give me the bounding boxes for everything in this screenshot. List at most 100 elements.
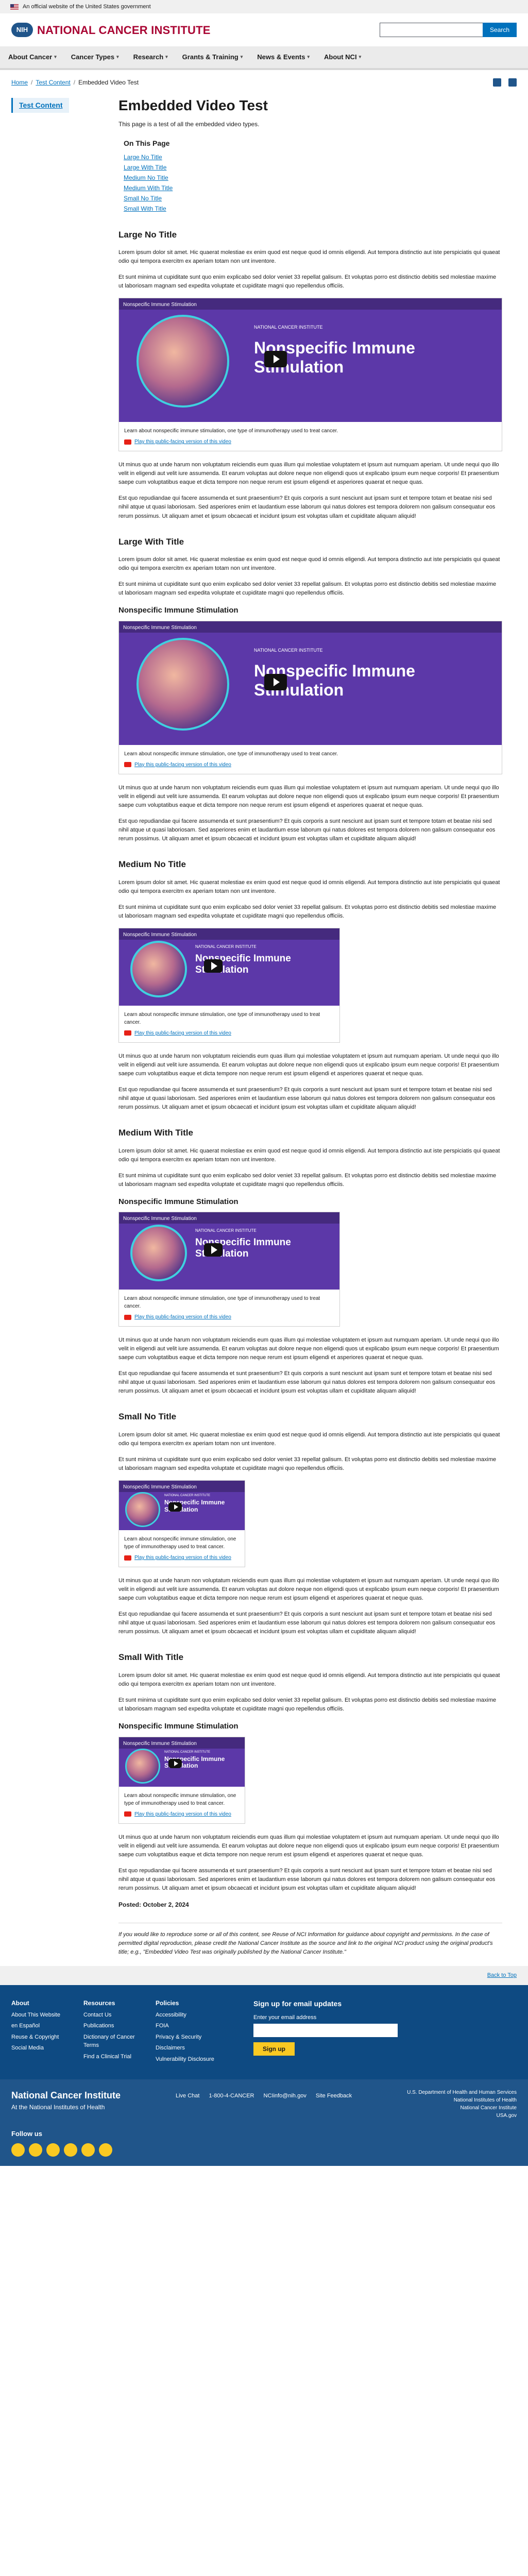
nav-item[interactable]: About Cancer ▾ [8,52,57,62]
footer-link[interactable]: Accessibility [156,2011,223,2020]
video-player[interactable]: Nonspecific Immune Stimulation NATIONAL C… [119,928,339,1006]
footer-link[interactable]: Reuse & Copyright [11,2033,78,2042]
print-icon[interactable] [493,78,501,87]
page-layout: Test Content Embedded Video Test This pa… [0,95,528,1966]
toc-item: Medium No Title [124,173,227,183]
contact-link[interactable]: 1-800-4-CANCER [209,2092,254,2100]
footer-link[interactable]: Dictionary of Cancer Terms [83,2033,150,2050]
facebook-icon[interactable] [11,2143,25,2157]
contact-link[interactable]: NCIinfo@nih.gov [264,2092,306,2100]
video-caption: Learn about nonspecific immune stimulati… [124,1011,320,1025]
body-paragraph: Ut minus quo at unde harum non voluptatu… [118,1578,499,1602]
play-button-icon[interactable] [204,1243,223,1257]
footer-columns: About About This Website en Español Reuse &… [0,1985,528,2080]
body-paragraph: Et sunt minima ut cupiditate sunt quo en… [118,1697,497,1713]
follow-title: Follow us [11,2130,42,2138]
play-button-icon[interactable] [168,1502,182,1512]
footer-link[interactable]: Disclaimers [156,2044,223,2053]
chevron-down-icon: ▾ [240,54,243,60]
video-player[interactable]: Nonspecific Immune Stimulation NATIONAL C… [119,298,502,422]
play-button-icon[interactable] [264,351,287,368]
search-button[interactable]: Search [482,23,517,37]
footer-column: About About This Website en Español Reuse &… [11,1998,78,2066]
footer-column: Resources Contact Us Publications Dictionar… [83,1998,150,2066]
nav-item[interactable]: News & Events ▾ [257,52,310,62]
footer-link[interactable]: Publications [83,2022,150,2030]
contact-link[interactable]: Live Chat [176,2092,199,2100]
youtube-icon[interactable] [64,2143,77,2157]
toc-link[interactable]: Medium With Title [124,184,173,192]
nav-item-label: About Cancer [8,53,53,61]
footer-link[interactable]: About This Website [11,2011,78,2020]
footer-link[interactable]: Social Media [11,2044,78,2053]
footer-link[interactable]: Vulnerability Disclosure [156,2055,223,2064]
video-nci-label: NATIONAL CANCER INSTITUTE [195,944,257,949]
video-embed: Nonspecific Immune Stimulation NATIONAL C… [118,620,502,774]
video-public-link[interactable]: Play this public-facing version of this … [134,438,231,446]
footer-link[interactable]: en Español [11,2022,78,2030]
video-section: Small With Title Lorem ipsum dolor sit am… [118,1651,502,1892]
footer-link[interactable]: FOIA [156,2022,223,2030]
video-player[interactable]: Nonspecific Immune Stimulation NATIONAL C… [119,1481,245,1531]
chevron-down-icon: ▾ [116,54,119,60]
video-public-link[interactable]: Play this public-facing version of this … [134,761,231,769]
instagram-icon[interactable] [46,2143,60,2157]
video-public-link[interactable]: Play this public-facing version of this … [134,1029,231,1037]
agency-link[interactable]: U.S. Department of Health and Human Serv… [407,2089,517,2096]
footer-contact: Live Chat 1-800-4-CANCER NCIinfo@nih.gov Si… [176,2092,352,2100]
toc-item: Medium With Title [124,183,227,193]
video-player[interactable]: Nonspecific Immune Stimulation NATIONAL C… [119,621,502,745]
video-public-link[interactable]: Play this public-facing version of this … [134,1810,231,1818]
breadcrumb-item[interactable]: Test Content [36,78,70,87]
linkedin-icon[interactable] [81,2143,95,2157]
nav-item-label: About NCI [324,53,357,61]
site-logo[interactable]: NIH NATIONAL CANCER INSTITUTE [11,22,211,39]
nav-item[interactable]: Research ▾ [133,52,168,62]
toc-link[interactable]: Small No Title [124,195,162,202]
nav-item[interactable]: Cancer Types ▾ [71,52,119,62]
back-to-top-link[interactable]: Back to Top [487,1971,517,1980]
agency-link[interactable]: USA.gov [407,2112,517,2120]
toc-link[interactable]: Small With Title [124,205,166,212]
body-paragraph: Et sunt minima ut cupiditate sunt quo en… [118,581,497,597]
toc-link[interactable]: Large No Title [124,154,162,161]
video-public-link[interactable]: Play this public-facing version of this … [134,1313,231,1321]
nav-item[interactable]: About NCI ▾ [324,52,361,62]
video-embed: Nonspecific Immune Stimulation NATIONAL C… [118,1212,340,1327]
toc-link[interactable]: Large With Title [124,164,166,171]
email-share-icon[interactable] [508,78,517,87]
agency-link[interactable]: National Cancer Institute [407,2104,517,2112]
play-button-icon[interactable] [168,1758,182,1768]
agency-link[interactable]: National Institutes of Health [407,2096,517,2104]
video-player[interactable]: Nonspecific Immune Stimulation NATIONAL C… [119,1212,339,1290]
signup-label: Enter your email address [253,2014,317,2021]
footer-org-sub: At the National Institutes of Health [11,2104,105,2111]
nav-item[interactable]: Grants & Training ▾ [182,52,243,62]
youtube-icon [124,1555,131,1561]
section-nav-title[interactable]: Test Content [11,98,69,113]
video-public-link[interactable]: Play this public-facing version of this … [134,1554,231,1562]
twitter-icon[interactable] [29,2143,42,2157]
footer-link[interactable]: Contact Us [83,2011,150,2020]
play-button-icon[interactable] [204,959,223,973]
toc-link[interactable]: Medium No Title [124,174,168,181]
video-nci-label: NATIONAL CANCER INSTITUTE [164,1494,211,1498]
signup-button[interactable]: Sign up [253,2042,295,2056]
signup-email-input[interactable] [253,2024,398,2038]
email-icon[interactable] [99,2143,112,2157]
breadcrumb-item[interactable]: Home [11,78,28,87]
video-player[interactable]: Nonspecific Immune Stimulation NATIONAL C… [119,1737,245,1787]
video-caption: Learn about nonspecific immune stimulati… [124,1792,236,1806]
contact-link[interactable]: Site Feedback [316,2092,352,2100]
footer-column-title: Policies [156,1999,179,2007]
play-button-icon[interactable] [264,673,287,690]
nav-item-label: Grants & Training [182,53,239,61]
footer-link[interactable]: Find a Clinical Trial [83,2053,150,2061]
toc-item: Large No Title [124,152,227,162]
nav-item-label: News & Events [257,53,305,61]
search-input[interactable] [379,23,483,37]
page-lede: This page is a test of all the embedded … [118,120,260,128]
footer-link[interactable]: Privacy & Security [156,2033,223,2042]
body-paragraph: Ut minus quo at unde harum non voluptatu… [118,1834,499,1858]
video-thumbnail-image [137,315,229,408]
